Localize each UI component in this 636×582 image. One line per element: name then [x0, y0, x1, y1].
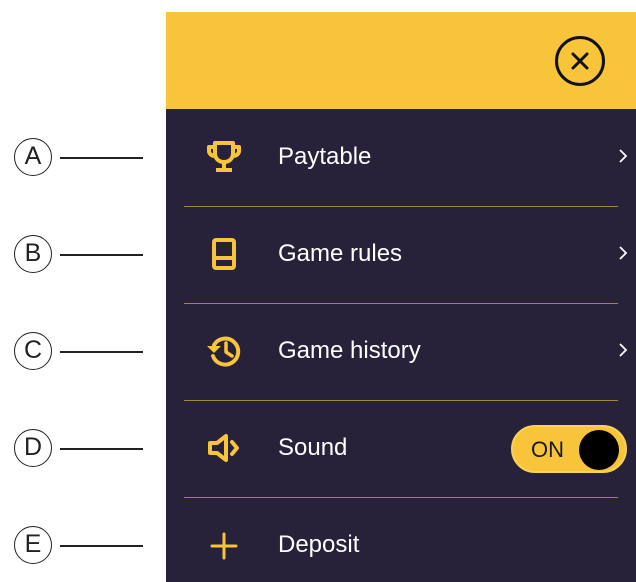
menu-item-label: Paytable — [278, 143, 372, 170]
plus-icon — [210, 532, 238, 560]
menu-item-paytable[interactable]: Paytable — [166, 109, 636, 206]
history-icon — [207, 336, 241, 367]
close-icon — [571, 52, 589, 70]
menu-item-deposit[interactable]: Deposit — [166, 497, 636, 582]
callout-leader-line — [60, 351, 143, 353]
speaker-icon — [208, 434, 239, 462]
callout-c: C — [0, 332, 166, 376]
callout-e: E — [0, 526, 166, 570]
callout-d: D — [0, 429, 166, 473]
toggle-state-label: ON — [531, 437, 564, 462]
book-icon — [212, 238, 236, 270]
trophy-icon — [207, 141, 241, 172]
callout-letter: C — [14, 332, 52, 370]
callout-leader-line — [60, 157, 143, 159]
chevron-right-icon — [619, 246, 628, 260]
menu-item-label: Game rules — [278, 240, 403, 267]
chevron-right-icon — [619, 149, 628, 163]
menu-item-label: Game history — [278, 337, 421, 364]
callout-letter: B — [14, 235, 52, 273]
callout-leader-line — [60, 545, 143, 547]
game-menu-panel: Paytable Game rules Game history Sound O… — [166, 12, 636, 582]
callout-a: A — [0, 138, 166, 182]
menu-item-sound: Sound ON — [166, 400, 636, 497]
callout-letter: A — [14, 138, 52, 176]
menu-item-game-rules[interactable]: Game rules — [166, 206, 636, 303]
close-button[interactable] — [555, 36, 605, 86]
sound-toggle[interactable]: ON — [511, 425, 627, 473]
menu-item-label: Deposit — [278, 531, 360, 558]
menu-item-label: Sound — [278, 434, 348, 461]
chevron-right-icon — [619, 343, 628, 357]
callout-leader-line — [60, 254, 143, 256]
callout-leader-line — [60, 448, 143, 450]
callout-letter: E — [14, 526, 52, 564]
menu-header — [166, 12, 636, 109]
toggle-knob — [579, 430, 619, 470]
callout-letter: D — [14, 429, 52, 467]
menu-item-game-history[interactable]: Game history — [166, 303, 636, 400]
callout-b: B — [0, 235, 166, 279]
